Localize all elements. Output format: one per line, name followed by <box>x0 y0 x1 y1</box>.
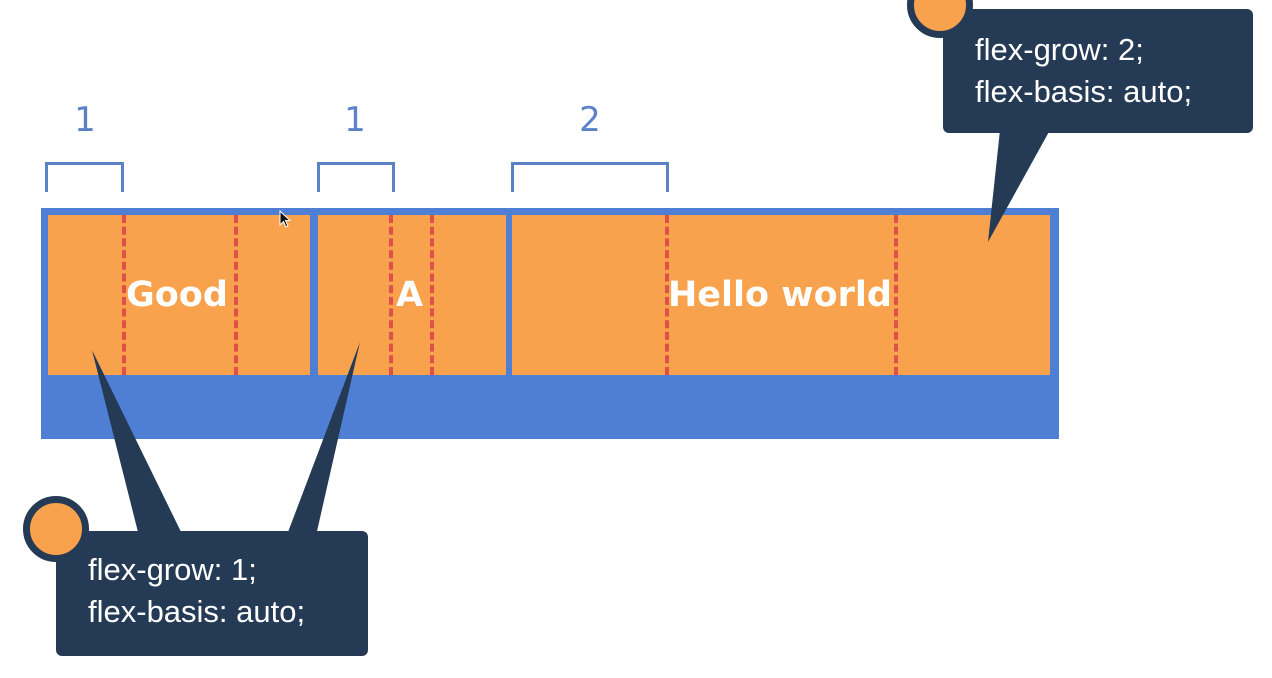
callout-left-line1: flex-grow: 1; <box>88 552 257 587</box>
right-callout-pointer <box>988 130 1050 242</box>
callout-flex-grow-1: flex-grow: 1; flex-basis: auto; <box>56 531 368 656</box>
left-callout-pointer-a <box>285 342 360 540</box>
callout-flex-grow-2: flex-grow: 2; flex-basis: auto; <box>943 9 1253 133</box>
callout-left-line2: flex-basis: auto; <box>88 594 306 629</box>
callout-left-dot <box>23 496 89 562</box>
callout-right-line2: flex-basis: auto; <box>975 74 1193 109</box>
left-callout-pointer-good <box>92 350 185 540</box>
arrow-cursor-icon <box>279 210 292 228</box>
callout-right-line1: flex-grow: 2; <box>975 32 1144 67</box>
